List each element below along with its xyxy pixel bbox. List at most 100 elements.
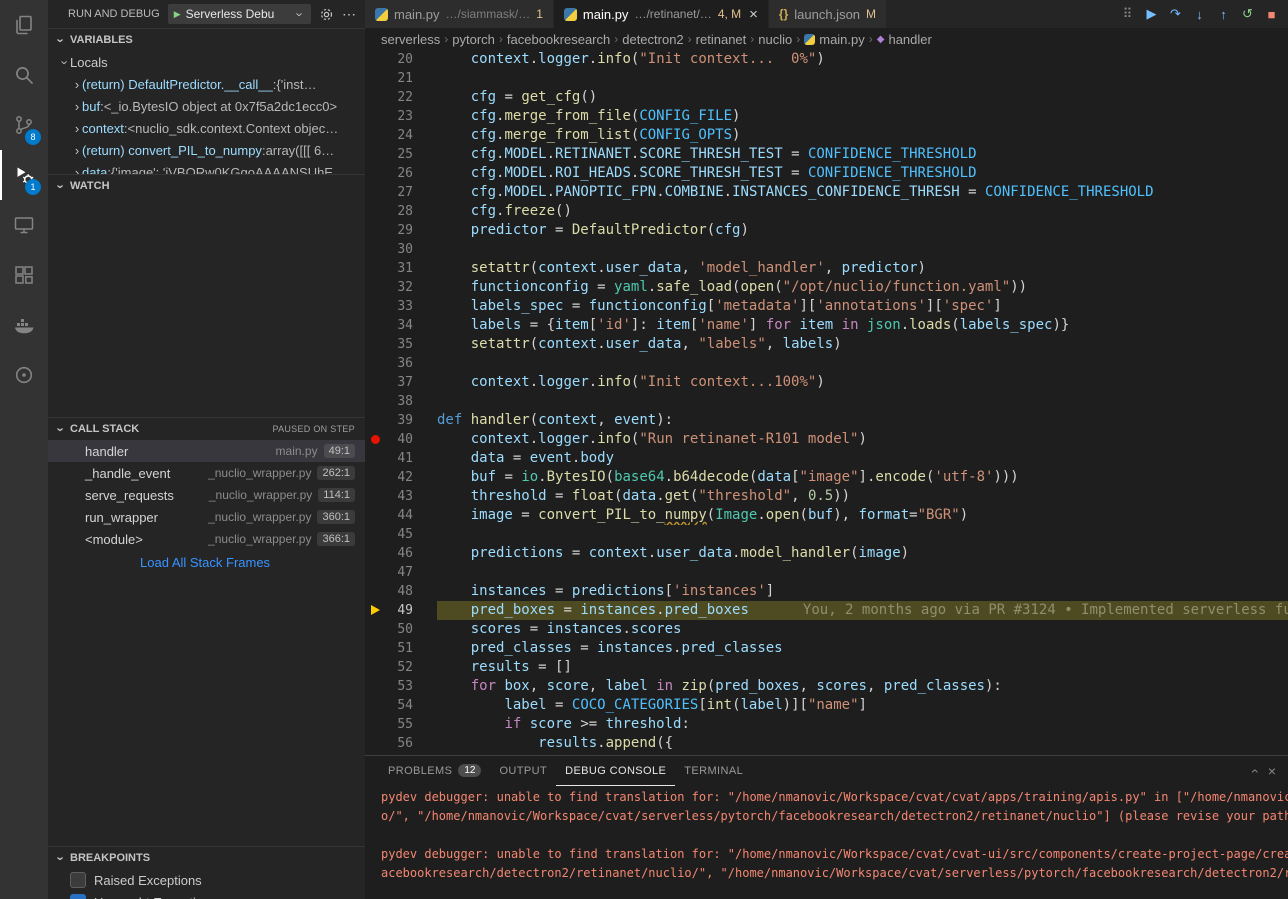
gutter-glyph-margin[interactable] <box>365 145 387 164</box>
step-into-icon[interactable]: ↓ <box>1189 3 1210 25</box>
code-line-content[interactable]: instances = predictions['instances'] <box>437 582 1288 601</box>
gutter-glyph-margin[interactable] <box>365 50 387 69</box>
code-line-content[interactable] <box>437 69 1288 88</box>
breadcrumb-item-handler[interactable]: ◆handler <box>877 32 932 47</box>
chevron-collapsed-icon[interactable]: › <box>72 121 82 136</box>
more-actions-icon[interactable]: ⋯ <box>342 6 357 23</box>
chevron-collapsed-icon[interactable]: › <box>72 77 82 92</box>
code-editor[interactable]: 20 context.logger.info("Init context... … <box>365 50 1288 755</box>
code-line-content[interactable]: setattr(context.user_data, "labels", lab… <box>437 335 1288 354</box>
restart-icon[interactable]: ↺ <box>1237 3 1258 25</box>
gutter-glyph-margin[interactable] <box>365 411 387 430</box>
activitybar-item-circle-tool[interactable] <box>0 350 48 400</box>
gutter-glyph-margin[interactable] <box>365 259 387 278</box>
gutter-glyph-margin[interactable] <box>365 677 387 696</box>
gutter-glyph-margin[interactable] <box>365 240 387 259</box>
breadcrumb-item-nuclio[interactable]: nuclio <box>758 32 792 47</box>
code-line-content[interactable]: labels_spec = functionconfig['metadata']… <box>437 297 1288 316</box>
code-line-content[interactable]: threshold = float(data.get("threshold", … <box>437 487 1288 506</box>
code-line-content[interactable]: for box, score, label in zip(pred_boxes,… <box>437 677 1288 696</box>
code-line-content[interactable]: def handler(context, event): <box>437 411 1288 430</box>
breadcrumb-item-facebookresearch[interactable]: facebookresearch <box>507 32 610 47</box>
chevron-collapsed-icon[interactable]: › <box>72 143 82 158</box>
code-line-content[interactable]: buf = io.BytesIO(base64.b64decode(data["… <box>437 468 1288 487</box>
chevron-collapsed-icon[interactable]: › <box>72 165 82 175</box>
gutter-glyph-margin[interactable] <box>365 487 387 506</box>
gutter-glyph-margin[interactable] <box>365 620 387 639</box>
variable-row[interactable]: ›data: {'image': 'iVBORw0KGgoAAAANSUhE… <box>48 161 365 174</box>
code-line-content[interactable]: context.logger.info("Init context...100%… <box>437 373 1288 392</box>
gutter-glyph-margin[interactable] <box>365 696 387 715</box>
code-line-content[interactable]: results.append({ <box>437 734 1288 753</box>
activitybar-item-extensions[interactable] <box>0 250 48 300</box>
activitybar-item-search[interactable] <box>0 50 48 100</box>
gutter-glyph-margin[interactable] <box>365 278 387 297</box>
code-line-content[interactable] <box>437 240 1288 259</box>
editor-tab[interactable]: main.py…/siammask/…1 <box>365 0 554 28</box>
code-line-content[interactable]: cfg.merge_from_list(CONFIG_OPTS) <box>437 126 1288 145</box>
stack-frame[interactable]: run_wrapper_nuclio_wrapper.py360:1 <box>48 506 365 528</box>
panel-tab-problems[interactable]: PROBLEMS12 <box>379 756 490 786</box>
code-line-content[interactable]: cfg.freeze() <box>437 202 1288 221</box>
gutter-glyph-margin[interactable] <box>365 601 387 620</box>
variables-scope-locals[interactable]: ›Locals <box>48 51 365 73</box>
gutter-glyph-margin[interactable] <box>365 734 387 753</box>
code-line-content[interactable]: cfg.MODEL.ROI_HEADS.SCORE_THRESH_TEST = … <box>437 164 1288 183</box>
checkbox[interactable]: ✓ <box>70 894 86 899</box>
breadcrumb-item-detectron2[interactable]: detectron2 <box>622 32 683 47</box>
breakpoint-row[interactable]: Raised Exceptions <box>48 869 365 891</box>
gutter-glyph-margin[interactable] <box>365 563 387 582</box>
breakpoint-row[interactable]: ✓Uncaught Exceptions <box>48 891 365 899</box>
gutter-glyph-margin[interactable] <box>365 525 387 544</box>
gutter-glyph-margin[interactable] <box>365 582 387 601</box>
drag-handle-icon[interactable]: ⠿ <box>1117 3 1138 25</box>
breadcrumb-item-pytorch[interactable]: pytorch <box>452 32 495 47</box>
code-line-content[interactable]: pred_boxes = instances.pred_boxesYou, 2 … <box>437 601 1288 620</box>
code-line-content[interactable]: functionconfig = yaml.safe_load(open("/o… <box>437 278 1288 297</box>
code-line-content[interactable]: data = event.body <box>437 449 1288 468</box>
code-line-content[interactable]: setattr(context.user_data, 'model_handle… <box>437 259 1288 278</box>
variables-section-header[interactable]: › VARIABLES <box>48 29 365 51</box>
breakpoints-section-header[interactable]: › BREAKPOINTS <box>48 847 365 869</box>
load-all-stack-frames-link[interactable]: Load All Stack Frames <box>48 550 365 574</box>
code-line-content[interactable]: image = convert_PIL_to_numpy(Image.open(… <box>437 506 1288 525</box>
watch-section-header[interactable]: › WATCH <box>48 175 365 197</box>
code-line-content[interactable] <box>437 525 1288 544</box>
gutter-glyph-margin[interactable] <box>365 354 387 373</box>
gutter-glyph-margin[interactable] <box>365 183 387 202</box>
variable-row[interactable]: ›(return) DefaultPredictor.__call__: {'i… <box>48 73 365 95</box>
breadcrumb-item-serverless[interactable]: serverless <box>381 32 440 47</box>
code-line-content[interactable] <box>437 354 1288 373</box>
gutter-glyph-margin[interactable] <box>365 316 387 335</box>
gutter-glyph-margin[interactable] <box>365 164 387 183</box>
launch-config-dropdown[interactable]: ▶ Serverless Debu › <box>168 4 311 24</box>
gutter-glyph-margin[interactable] <box>365 126 387 145</box>
activitybar-item-remote-explorer[interactable] <box>0 200 48 250</box>
gutter-glyph-margin[interactable] <box>365 88 387 107</box>
gutter-glyph-margin[interactable] <box>365 468 387 487</box>
step-out-icon[interactable]: ↑ <box>1213 3 1234 25</box>
gutter-glyph-margin[interactable] <box>365 221 387 240</box>
panel-tab-terminal[interactable]: TERMINAL <box>675 756 752 786</box>
gutter-glyph-margin[interactable] <box>365 297 387 316</box>
gutter-glyph-margin[interactable] <box>365 639 387 658</box>
activitybar-item-files[interactable] <box>0 0 48 50</box>
code-line-content[interactable]: predictor = DefaultPredictor(cfg) <box>437 221 1288 240</box>
stack-frame[interactable]: serve_requests_nuclio_wrapper.py114:1 <box>48 484 365 506</box>
code-line-content[interactable] <box>437 563 1288 582</box>
gutter-glyph-margin[interactable] <box>365 430 387 449</box>
gutter-glyph-margin[interactable] <box>365 392 387 411</box>
gutter-glyph-margin[interactable] <box>365 107 387 126</box>
code-line-content[interactable]: context.logger.info("Init context... 0%"… <box>437 50 1288 69</box>
code-line-content[interactable]: cfg.merge_from_file(CONFIG_FILE) <box>437 107 1288 126</box>
code-line-content[interactable]: label = COCO_CATEGORIES[int(label)]["nam… <box>437 696 1288 715</box>
code-line-content[interactable]: if score >= threshold: <box>437 715 1288 734</box>
code-line-content[interactable]: results = [] <box>437 658 1288 677</box>
code-line-content[interactable] <box>437 392 1288 411</box>
gutter-glyph-margin[interactable] <box>365 335 387 354</box>
panel-tab-debug-console[interactable]: DEBUG CONSOLE <box>556 756 675 786</box>
editor-tab[interactable]: {}launch.jsonM <box>769 0 887 28</box>
code-line-content[interactable]: predictions = context.user_data.model_ha… <box>437 544 1288 563</box>
chevron-up-icon[interactable]: › <box>1245 769 1261 774</box>
gutter-glyph-margin[interactable] <box>365 544 387 563</box>
